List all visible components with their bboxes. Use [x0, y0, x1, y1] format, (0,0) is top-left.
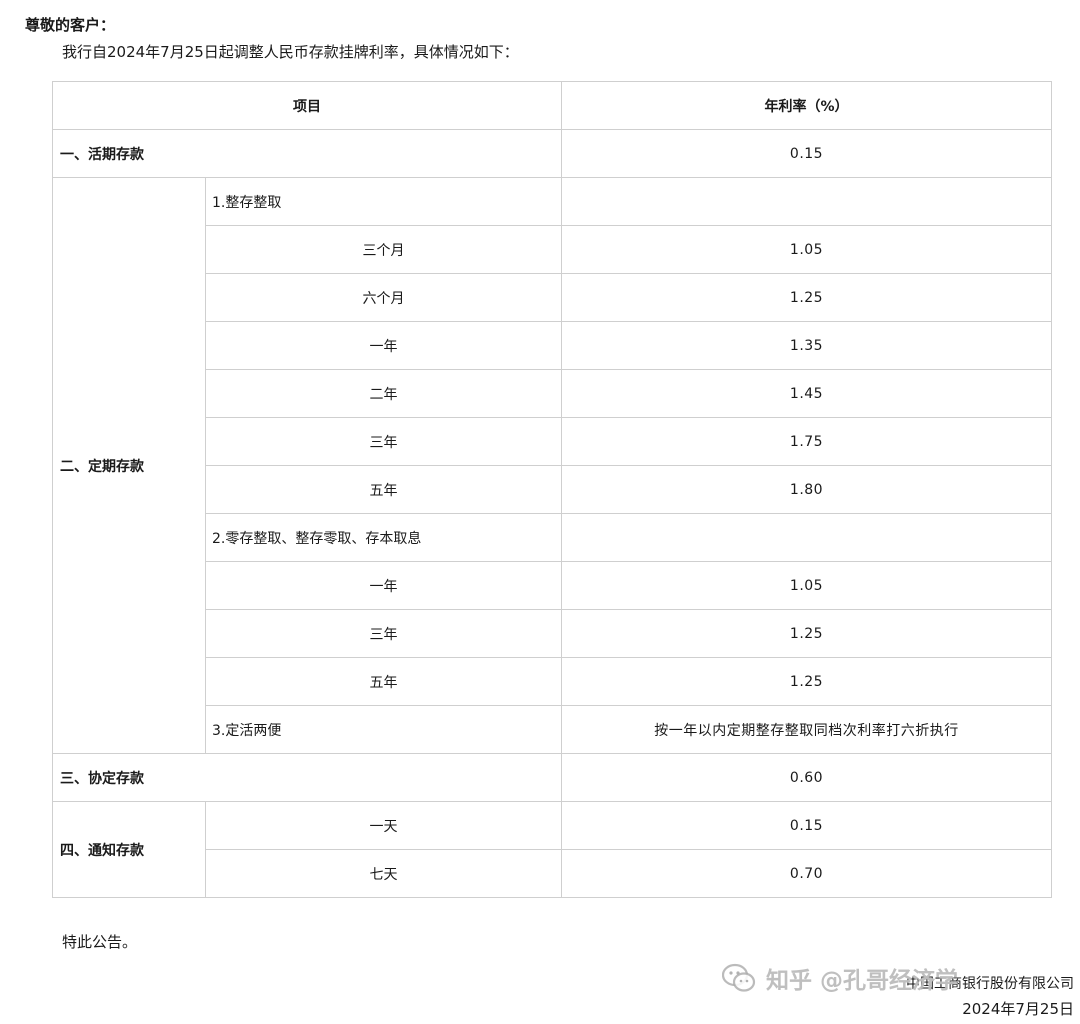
header-item: 项目 — [52, 81, 562, 130]
header-rate: 年利率（%） — [561, 81, 1052, 130]
rate-cell — [561, 177, 1052, 226]
wechat-icon — [722, 963, 756, 992]
rate-cell: 1.45 — [561, 369, 1052, 418]
term-cell: 五年 — [205, 657, 562, 706]
term-cell: 七天 — [205, 849, 562, 898]
term-cell: 一年 — [205, 561, 562, 610]
category-demand: 一、活期存款 — [52, 129, 562, 178]
table-row: 一、活期存款 0.15 — [52, 129, 1052, 178]
rate-cell: 0.60 — [561, 753, 1052, 802]
watermark-text: 知乎 @孔哥经济学 — [766, 968, 959, 994]
table-row: 二、定期存款 1.整存整取 — [52, 177, 1052, 754]
term-cell: 一年 — [205, 321, 562, 370]
notice-date: 2024年7月25日 — [962, 1000, 1074, 1018]
term-cell: 一天 — [205, 801, 562, 850]
table-header-row: 项目 年利率（%） — [52, 81, 1052, 130]
rate-cell: 1.35 — [561, 321, 1052, 370]
intro-text: 我行自2024年7月25日起调整人民币存款挂牌利率，具体情况如下： — [62, 43, 519, 61]
subcategory-installment: 2.零存整取、整存零取、存本取息 — [205, 513, 562, 562]
rate-cell: 0.15 — [561, 801, 1052, 850]
rate-cell: 1.05 — [561, 225, 1052, 274]
term-cell: 五年 — [205, 465, 562, 514]
rate-cell: 0.15 — [561, 129, 1052, 178]
subcategory-lump-sum: 1.整存整取 — [205, 177, 562, 226]
greeting: 尊敬的客户： — [25, 16, 116, 34]
term-cell: 二年 — [205, 369, 562, 418]
rate-cell: 1.25 — [561, 273, 1052, 322]
rate-cell: 1.05 — [561, 561, 1052, 610]
rate-cell: 1.25 — [561, 609, 1052, 658]
rate-cell: 1.80 — [561, 465, 1052, 514]
closing-text: 特此公告。 — [62, 933, 138, 951]
rate-cell: 1.25 — [561, 657, 1052, 706]
rate-cell: 1.75 — [561, 417, 1052, 466]
category-agreement: 三、协定存款 — [52, 753, 562, 802]
rate-cell: 0.70 — [561, 849, 1052, 898]
subcategory-flexible: 3.定活两便 — [205, 705, 562, 754]
table-row: 三、协定存款 0.60 — [52, 753, 1052, 802]
term-cell: 六个月 — [205, 273, 562, 322]
watermark: 知乎 @孔哥经济学 — [722, 958, 958, 998]
term-cell: 三年 — [205, 417, 562, 466]
rate-cell: 按一年以内定期整存整取同档次利率打六折执行 — [561, 705, 1052, 754]
category-notice-deposit: 四、通知存款 — [52, 801, 206, 898]
table-row: 四、通知存款 一天 0.15 — [52, 801, 1052, 898]
rate-cell — [561, 513, 1052, 562]
category-time: 二、定期存款 — [52, 177, 206, 754]
interest-rate-table: 项目 年利率（%） 一、活期存款 0.15 二、定期存款 1.整存整取 三个月 … — [52, 81, 1052, 898]
term-cell: 三年 — [205, 609, 562, 658]
term-cell: 三个月 — [205, 225, 562, 274]
